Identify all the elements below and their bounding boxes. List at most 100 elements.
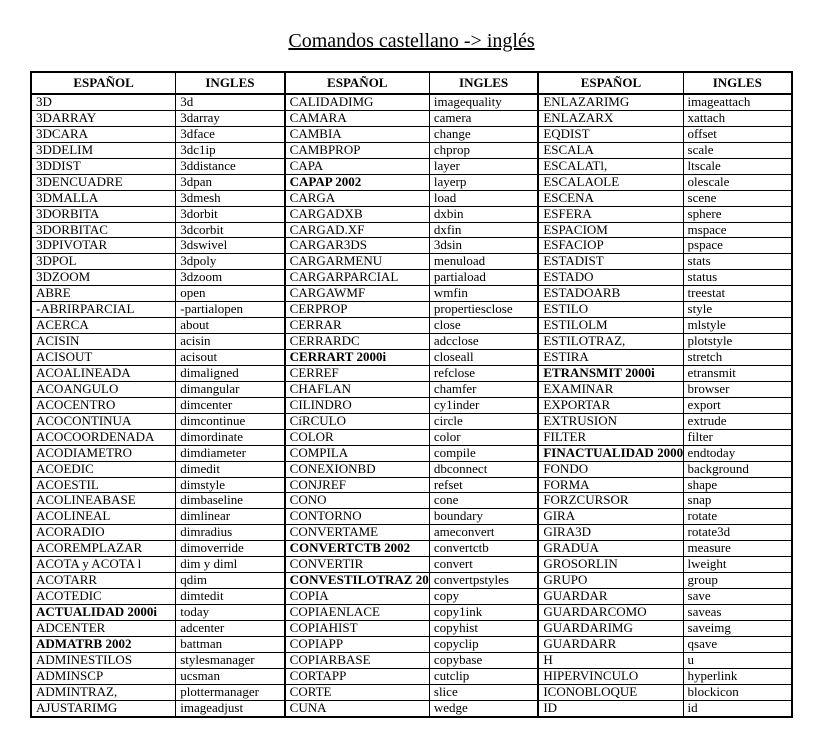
cell: dbconnect — [429, 461, 538, 477]
table-row: ACERCAaboutCERRARcloseESTILOLMmlstyle — [31, 318, 792, 334]
table-row: 3DPIVOTAR3dswivelCARGAR3DS3dsinESFACIOPp… — [31, 238, 792, 254]
table-row: ADMINTRAZ,plottermanagerCORTEsliceICONOB… — [31, 684, 792, 700]
cell: 3DDELIM — [31, 142, 176, 158]
table-row: ADCENTERadcenterCOPIAHISTcopyhistGUARDAR… — [31, 620, 792, 636]
cell: change — [429, 126, 538, 142]
cell: ADMINTRAZ, — [31, 684, 176, 700]
cell: -partialopen — [176, 302, 285, 318]
cell: 3DCARA — [31, 126, 176, 142]
table-row: ACISINacisinCERRARDCadccloseESTILOTRAZ,p… — [31, 334, 792, 350]
cell: propertiesclose — [429, 302, 538, 318]
cell: CONVERTAME — [285, 525, 430, 541]
cell: copybase — [429, 652, 538, 668]
cell: 3darray — [176, 110, 285, 126]
cell: cone — [429, 493, 538, 509]
cell: CALIDADIMG — [285, 94, 430, 110]
cell: today — [176, 605, 285, 621]
cell: COPIAPP — [285, 636, 430, 652]
cell: plotstyle — [683, 334, 792, 350]
cell: refclose — [429, 365, 538, 381]
cell: ACOTA y ACOTA l — [31, 557, 176, 573]
cell: EQDIST — [538, 126, 683, 142]
col-es-3: ESPAÑOL — [538, 72, 683, 94]
cell: ESTADIST — [538, 254, 683, 270]
cell: CONVESTILOTRAZ 2002 — [285, 573, 430, 589]
cell: GUARDAR — [538, 589, 683, 605]
cell: dimbaseline — [176, 493, 285, 509]
cell: shape — [683, 477, 792, 493]
cell: imageadjust — [176, 700, 285, 716]
cell: ACOLINEAL — [31, 509, 176, 525]
cell: ENLAZARIMG — [538, 94, 683, 110]
cell: sphere — [683, 206, 792, 222]
cell: about — [176, 318, 285, 334]
cell: ESTILOTRAZ, — [538, 334, 683, 350]
cell: CARGADXB — [285, 206, 430, 222]
cell: hyperlink — [683, 668, 792, 684]
table-row: ACOESTILdimstyleCONJREFrefsetFORMAshape — [31, 477, 792, 493]
table-row: ACOTARRqdimCONVESTILOTRAZ 2002convertpst… — [31, 573, 792, 589]
cell: dimaligned — [176, 365, 285, 381]
table-body: 3D3dCALIDADIMGimagequalityENLAZARIMGimag… — [31, 94, 792, 717]
cell: ESFERA — [538, 206, 683, 222]
cell: CONTORNO — [285, 509, 430, 525]
cell: COPIAENLACE — [285, 605, 430, 621]
cell: 3dc1ip — [176, 142, 285, 158]
cell: 3DDIST — [31, 158, 176, 174]
cell: 3DMALLA — [31, 190, 176, 206]
cell: ltscale — [683, 158, 792, 174]
cell: CARGAR3DS — [285, 238, 430, 254]
cell: ACOCOORDENADA — [31, 429, 176, 445]
cell: adcenter — [176, 620, 285, 636]
table-row: 3DMALLA3dmeshCARGAloadESCENAscene — [31, 190, 792, 206]
cell: 3dcorbit — [176, 222, 285, 238]
cell: ACOCENTRO — [31, 397, 176, 413]
cell: CERRARDC — [285, 334, 430, 350]
cell: GRADUA — [538, 541, 683, 557]
cell: saveas — [683, 605, 792, 621]
cell: CONVERTCTB 2002 — [285, 541, 430, 557]
page-title: Comandos castellano -> inglés — [30, 30, 793, 53]
table-row: 3D3dCALIDADIMGimagequalityENLAZARIMGimag… — [31, 94, 792, 110]
cell: 3dzoom — [176, 270, 285, 286]
cell: CERREF — [285, 365, 430, 381]
cell: dimdiameter — [176, 445, 285, 461]
cell: rotate3d — [683, 525, 792, 541]
table-row: ACISOUTacisoutCERRART 2000icloseallESTIR… — [31, 350, 792, 366]
cell: circle — [429, 413, 538, 429]
table-row: ACOCONTINUAdimcontinueCíRCULOcircleEXTRU… — [31, 413, 792, 429]
cell: ENLAZARX — [538, 110, 683, 126]
cell: 3d — [176, 94, 285, 110]
cell: GUARDARCOMO — [538, 605, 683, 621]
cell: copy1ink — [429, 605, 538, 621]
cell: CAPA — [285, 158, 430, 174]
cell: GUARDARIMG — [538, 620, 683, 636]
cell: GUARDARR — [538, 636, 683, 652]
cell: ESCALATl, — [538, 158, 683, 174]
table-row: 3DENCUADRE3dpanCAPAP 2002layerpESCALAOLE… — [31, 174, 792, 190]
cell: chprop — [429, 142, 538, 158]
cell: GRUPO — [538, 573, 683, 589]
cell: ucsman — [176, 668, 285, 684]
cell: COPIAHIST — [285, 620, 430, 636]
cell: dimangular — [176, 381, 285, 397]
table-row: 3DZOOM3dzoomCARGARPARCIALpartialoadESTAD… — [31, 270, 792, 286]
cell: filter — [683, 429, 792, 445]
cell: ICONOBLOQUE — [538, 684, 683, 700]
cell: adcclose — [429, 334, 538, 350]
cell: AJUSTARIMG — [31, 700, 176, 716]
cell: xattach — [683, 110, 792, 126]
cell: ACOESTIL — [31, 477, 176, 493]
cell: dimtedit — [176, 589, 285, 605]
cell: cutclip — [429, 668, 538, 684]
cell: u — [683, 652, 792, 668]
table-row: 3DORBITAC3dcorbitCARGAD.XFdxfinESPACIOMm… — [31, 222, 792, 238]
table-row: ACOCOORDENADAdimordinateCOLORcolorFILTER… — [31, 429, 792, 445]
cell: FINACTUALIDAD 2000i — [538, 445, 683, 461]
table-row: ADMINESTILOSstylesmanagerCOPIARBASEcopyb… — [31, 652, 792, 668]
cell: export — [683, 397, 792, 413]
cell: scale — [683, 142, 792, 158]
cell: CAMBIA — [285, 126, 430, 142]
cell: dimedit — [176, 461, 285, 477]
cell: dimordinate — [176, 429, 285, 445]
